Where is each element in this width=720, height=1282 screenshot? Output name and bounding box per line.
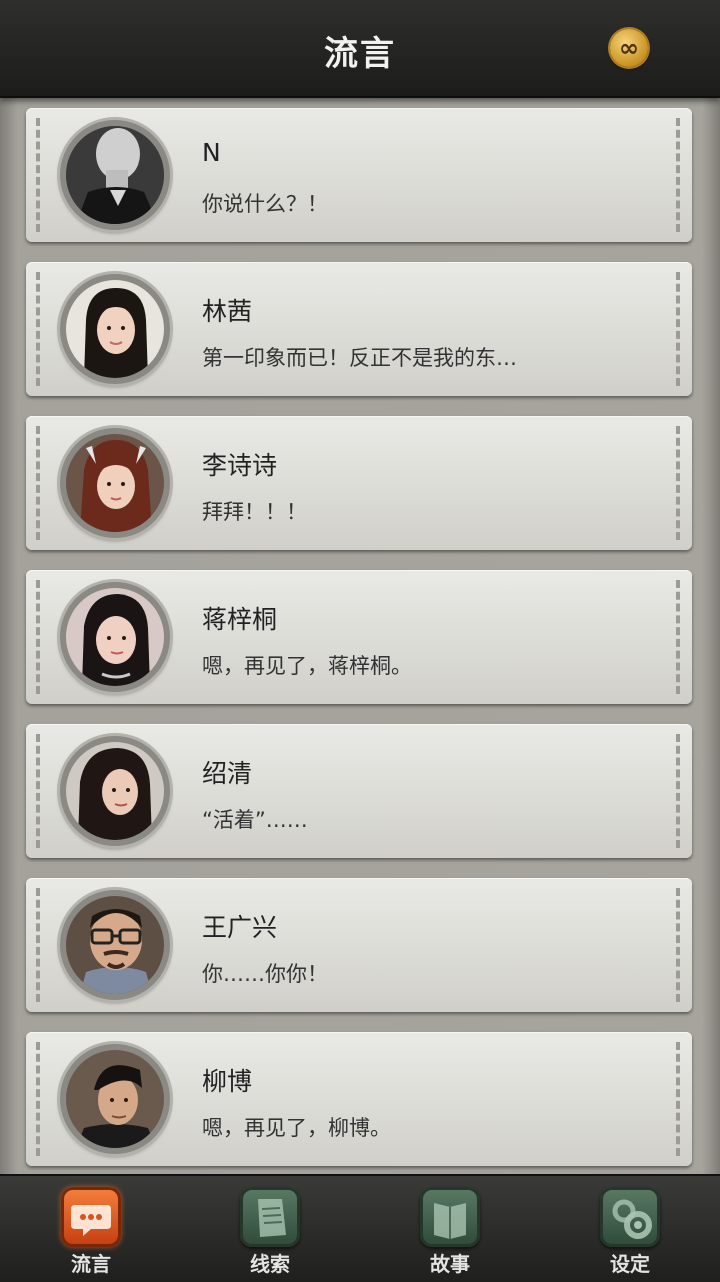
message-list[interactable]: N 你说什么？！ 林茜 第一印象而已！反正不是我的东… 李诗诗 拜拜！！！ 蒋梓… — [0, 96, 720, 1174]
avatar-frame — [60, 274, 170, 384]
tab-clues[interactable]: 线索 — [215, 1184, 325, 1280]
last-message: 第一印象而已！反正不是我的东… — [202, 346, 517, 370]
avatar-frame — [60, 582, 170, 692]
book-icon — [420, 1187, 480, 1247]
tab-rumors[interactable]: 流言 — [36, 1184, 146, 1280]
notes-icon — [240, 1187, 300, 1247]
contact-name: 柳博 — [202, 1067, 253, 1096]
top-bar: 流言 ∞ — [0, 0, 720, 98]
tab-label: 流言 — [71, 1252, 111, 1276]
avatar — [66, 1050, 164, 1148]
avatar — [66, 280, 164, 378]
contact-card-shaoqing[interactable]: 绍清 “活着”…… — [26, 724, 692, 858]
tab-label: 线索 — [250, 1252, 290, 1276]
infinity-coin-icon[interactable]: ∞ — [610, 29, 648, 67]
avatar — [66, 896, 164, 994]
contact-card-liubo[interactable]: 柳博 嗯，再见了，柳博。 — [26, 1032, 692, 1166]
last-message: “活着”…… — [202, 808, 308, 832]
contact-card-jiangzitong[interactable]: 蒋梓桐 嗯，再见了，蒋梓桐。 — [26, 570, 692, 704]
avatar — [66, 126, 164, 224]
stitch-decoration — [36, 272, 40, 386]
stitch-decoration — [676, 734, 680, 848]
gear-icon — [600, 1187, 660, 1247]
stitch-decoration — [676, 580, 680, 694]
tab-story[interactable]: 故事 — [395, 1184, 505, 1280]
stitch-decoration — [676, 272, 680, 386]
last-message: 拜拜！！！ — [202, 500, 307, 524]
avatar-frame — [60, 1044, 170, 1154]
tab-settings[interactable]: 设定 — [575, 1184, 685, 1280]
stitch-decoration — [36, 888, 40, 1002]
tab-label: 故事 — [430, 1252, 470, 1276]
contact-card-wangguangxing[interactable]: 王广兴 你……你你！ — [26, 878, 692, 1012]
contact-name: 李诗诗 — [202, 451, 278, 480]
stitch-decoration — [36, 580, 40, 694]
stitch-decoration — [36, 734, 40, 848]
contact-card-lishishi[interactable]: 李诗诗 拜拜！！！ — [26, 416, 692, 550]
last-message: 嗯，再见了，蒋梓桐。 — [202, 654, 412, 678]
avatar — [66, 434, 164, 532]
stitch-decoration — [36, 118, 40, 232]
contact-name: 林茜 — [202, 297, 253, 326]
avatar — [66, 588, 164, 686]
contact-name: N — [202, 138, 221, 167]
avatar-frame — [60, 428, 170, 538]
contact-name: 蒋梓桐 — [202, 605, 278, 634]
contact-card-linqian[interactable]: 林茜 第一印象而已！反正不是我的东… — [26, 262, 692, 396]
last-message: 嗯，再见了，柳博。 — [202, 1116, 391, 1140]
bottom-tab-bar: 流言 线索 故事 设定 — [0, 1174, 720, 1282]
avatar-frame — [60, 736, 170, 846]
contact-name: 王广兴 — [202, 913, 278, 942]
contact-name: 绍清 — [202, 759, 253, 788]
stitch-decoration — [36, 1042, 40, 1156]
tab-label: 设定 — [610, 1252, 650, 1276]
avatar-frame — [60, 890, 170, 1000]
last-message: 你……你你！ — [202, 962, 328, 986]
stitch-decoration — [676, 426, 680, 540]
avatar — [66, 742, 164, 840]
stitch-decoration — [676, 888, 680, 1002]
chat-bubble-icon — [61, 1187, 121, 1247]
avatar-frame — [60, 120, 170, 230]
last-message: 你说什么？！ — [202, 192, 328, 216]
contact-card-n[interactable]: N 你说什么？！ — [26, 108, 692, 242]
stitch-decoration — [36, 426, 40, 540]
stitch-decoration — [676, 118, 680, 232]
stitch-decoration — [676, 1042, 680, 1156]
